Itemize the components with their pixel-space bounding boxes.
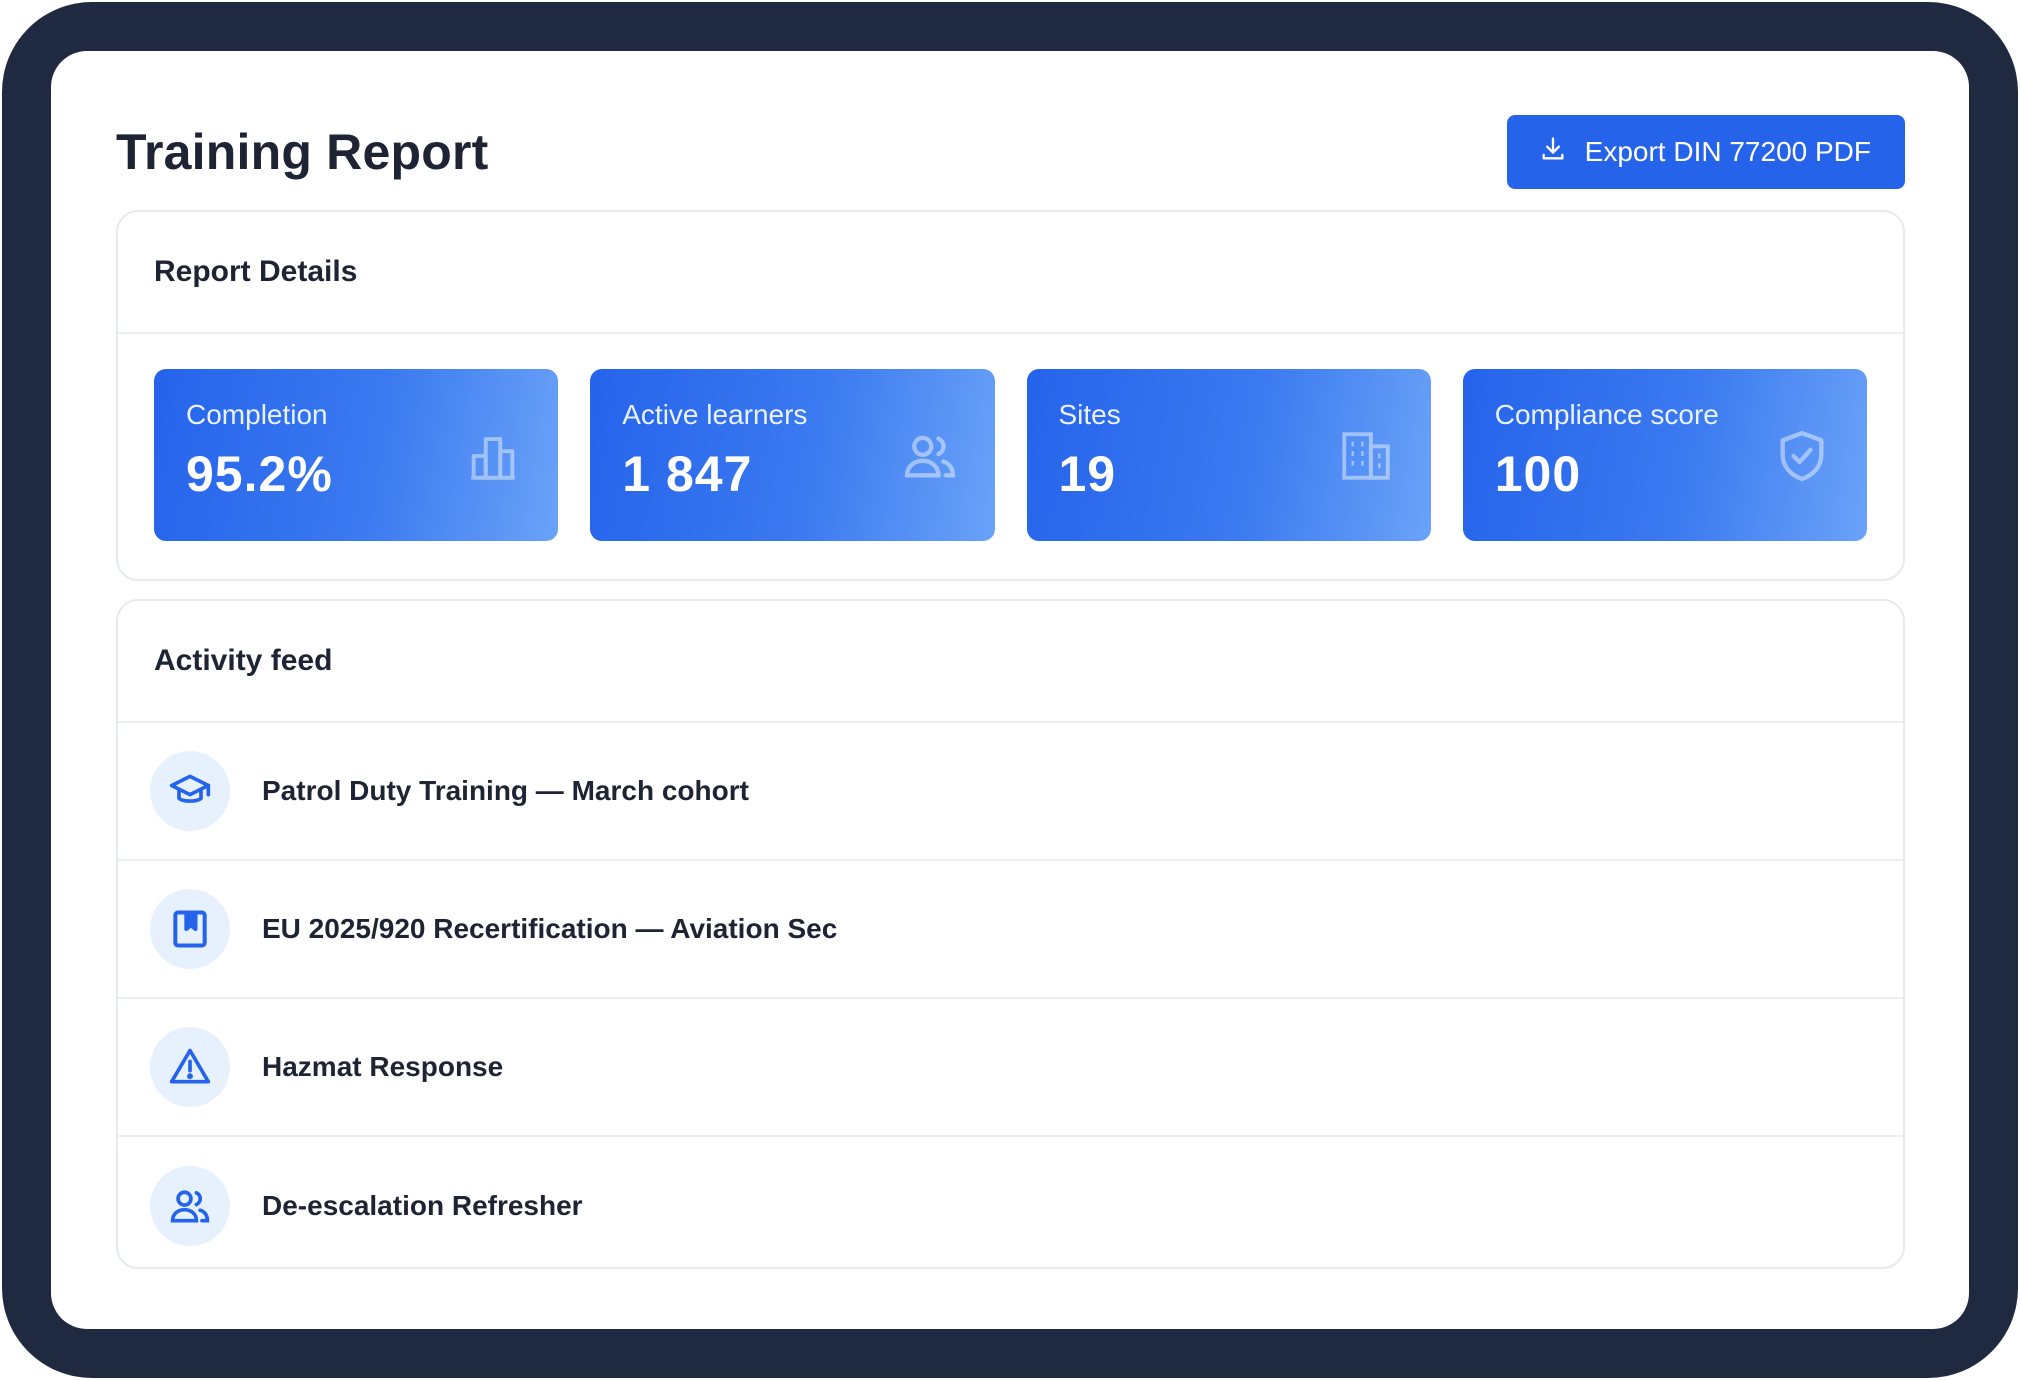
graduation-cap-icon	[150, 751, 230, 831]
list-item-text: De-escalation Refresher	[262, 1190, 583, 1221]
export-pdf-button[interactable]: Export DIN 77200 PDF	[1506, 115, 1905, 189]
warning-triangle-icon	[150, 1027, 230, 1107]
bookmark-book-icon	[150, 889, 230, 969]
list-item[interactable]: EU 2025/920 Recertification — Aviation S…	[118, 861, 1903, 999]
list-item-text: EU 2025/920 Recertification — Aviation S…	[262, 913, 838, 944]
building-icon	[1337, 427, 1395, 485]
activity-feed-title: Activity feed	[118, 601, 1903, 723]
list-item[interactable]: Hazmat Response	[118, 999, 1903, 1137]
device-frame: Training Report Export DIN 77200 PDF Rep…	[2, 2, 2018, 1378]
download-icon	[1539, 135, 1567, 170]
activity-feed-card: Activity feed Patrol Duty Training — Mar…	[116, 599, 1905, 1269]
stat-card-active-learners: Active learners 1 847	[590, 369, 995, 541]
export-pdf-label: Export DIN 77200 PDF	[1584, 136, 1871, 167]
page-title: Training Report	[116, 124, 489, 180]
users-icon	[150, 1166, 230, 1246]
list-item[interactable]: De-escalation Refresher	[118, 1137, 1903, 1267]
page-header: Training Report Export DIN 77200 PDF	[116, 115, 1905, 189]
report-details-card: Report Details Completion 95.2% Active l…	[116, 210, 1905, 581]
bar-chart-icon	[464, 427, 522, 485]
shield-check-icon	[1773, 427, 1831, 485]
stats-row: Completion 95.2% Active learners 1 847 S…	[154, 369, 1867, 541]
list-item[interactable]: Patrol Duty Training — March cohort	[118, 723, 1903, 861]
list-item-text: Patrol Duty Training — March cohort	[262, 775, 749, 806]
screen: Training Report Export DIN 77200 PDF Rep…	[51, 51, 1969, 1329]
stat-card-completion: Completion 95.2%	[154, 369, 559, 541]
users-icon	[901, 427, 959, 485]
stat-card-sites: Sites 19	[1026, 369, 1431, 541]
list-item-text: Hazmat Response	[262, 1051, 504, 1082]
report-details-title: Report Details	[118, 212, 1903, 334]
stat-card-compliance-score: Compliance score 100	[1462, 369, 1867, 541]
